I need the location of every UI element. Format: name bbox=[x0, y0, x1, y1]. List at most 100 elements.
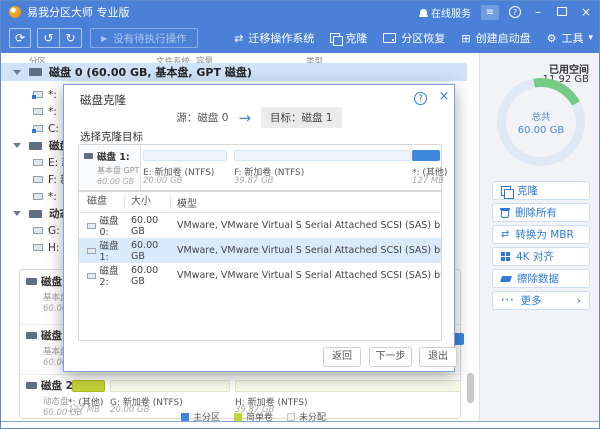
tree-row-label: *: bbox=[48, 106, 57, 118]
target-disk-size: 60.00 GB bbox=[84, 177, 140, 186]
cell-disk-model: VMware, VMware Virtual S Serial Attached… bbox=[171, 270, 441, 281]
vertical-scrollbar-thumb[interactable] bbox=[467, 373, 474, 403]
sidebar-clone-button[interactable]: 克隆 bbox=[492, 181, 590, 200]
eraser-icon bbox=[500, 276, 512, 282]
disk-icon bbox=[26, 278, 37, 285]
migrate-os-label: 迁移操作系统 bbox=[248, 30, 314, 46]
cell-disk-model: VMware, VMware Virtual S Serial Attached… bbox=[171, 245, 441, 256]
partition-icon bbox=[33, 244, 43, 251]
header-model: 模型 bbox=[171, 195, 441, 210]
refresh-icon: ⟳ bbox=[15, 31, 25, 45]
migrate-os-button[interactable]: ⇄ 迁移操作系统 bbox=[234, 30, 314, 46]
exit-button[interactable]: 退出 bbox=[419, 347, 457, 367]
source-disk-label: 源：磁盘 0 bbox=[176, 110, 228, 125]
online-service-button[interactable]: 在线服务 bbox=[420, 5, 471, 20]
sidebar-more-button[interactable]: ••• 更多 › bbox=[492, 291, 590, 310]
help-icon: ? bbox=[513, 8, 517, 17]
hamburger-icon: ≡ bbox=[486, 7, 494, 18]
dialog-close-button[interactable]: × bbox=[436, 89, 452, 105]
partition-bar[interactable] bbox=[235, 380, 461, 392]
maximize-button[interactable] bbox=[555, 1, 569, 23]
app-title: 易我分区大师 专业版 bbox=[27, 4, 130, 20]
clone-menu-button[interactable]: 克隆 bbox=[330, 30, 367, 46]
main-toolbar: ⟳ ↺ ↻ ▶ 没有待执行操作 ⇄ 迁移操作系统 克隆 分区恢复 ⊞ 创 bbox=[1, 23, 600, 53]
title-bar: 易我分区大师 专业版 在线服务 ≡ ? – × bbox=[1, 1, 600, 23]
minimize-button[interactable]: – bbox=[531, 1, 545, 23]
dialog-help-button[interactable]: ? bbox=[414, 92, 427, 105]
undo-icon: ↺ bbox=[43, 31, 53, 45]
table-row-disk0[interactable]: 磁盘 0: 60.00 GB VMware, VMware Virtual S … bbox=[79, 213, 441, 238]
refresh-button[interactable]: ⟳ bbox=[9, 28, 31, 48]
sidebar-4k-align-button[interactable]: 4K 对齐 bbox=[492, 247, 590, 266]
partition-bar[interactable] bbox=[72, 380, 105, 392]
disk-icon bbox=[29, 68, 42, 76]
more-dots-icon: ••• bbox=[501, 297, 515, 304]
partition-size: 39.87 GB bbox=[234, 176, 273, 186]
select-target-label: 选择克隆目标 bbox=[80, 129, 143, 144]
partition-bar[interactable] bbox=[412, 150, 440, 161]
tree-row-disk0-selected[interactable]: 磁盘 0 (60.00 GB, 基本盘, GPT 磁盘) bbox=[1, 63, 467, 81]
partition-icon bbox=[33, 193, 43, 200]
menu-button[interactable]: ≡ bbox=[481, 5, 499, 20]
legend-primary-swatch bbox=[181, 413, 189, 421]
trash-icon bbox=[501, 210, 509, 218]
clone-icon bbox=[330, 33, 340, 43]
legend-unallocated-swatch bbox=[287, 413, 295, 421]
disk-icon bbox=[26, 332, 37, 339]
bell-icon bbox=[420, 9, 427, 15]
grid-icon bbox=[501, 252, 510, 261]
cell-disk-name: 磁盘 2: bbox=[100, 263, 125, 288]
disk-usage-donut-chart: 总共 60.00 GB bbox=[497, 78, 585, 166]
total-value: 60.00 GB bbox=[518, 125, 564, 136]
target-disk-info: 磁盘 1: 基本盘 GPT 60.00 GB bbox=[79, 145, 141, 190]
partition-size: 127 MB bbox=[68, 405, 100, 415]
undo-button[interactable]: ↺ bbox=[38, 29, 59, 47]
redo-button[interactable]: ↻ bbox=[59, 29, 81, 47]
create-boot-disk-icon: ⊞ bbox=[461, 32, 470, 45]
target-disk-step: 目标：磁盘 1 bbox=[261, 107, 342, 128]
table-row-disk1-selected[interactable]: 磁盘 1: 60.00 GB VMware, VMware Virtual S … bbox=[79, 238, 441, 263]
online-service-label: 在线服务 bbox=[431, 5, 471, 20]
help-button[interactable]: ? bbox=[509, 6, 521, 18]
sidebar-button-label: 转换为 MBR bbox=[515, 227, 573, 242]
sidebar-wipe-data-button[interactable]: 擦除数据 bbox=[492, 269, 590, 288]
table-header: 磁盘 大小 模型 bbox=[79, 192, 441, 213]
partition-icon bbox=[33, 125, 43, 132]
convert-icon: ⇄ bbox=[501, 229, 509, 240]
chevron-down-icon: ▾ bbox=[588, 33, 593, 43]
partition-bar[interactable] bbox=[110, 380, 230, 392]
partition-icon bbox=[33, 108, 43, 115]
table-row-disk2[interactable]: 磁盘 2: 60.00 GB VMware, VMware Virtual S … bbox=[79, 263, 441, 288]
clone-icon bbox=[501, 186, 511, 196]
disk-selection-table: 磁盘 大小 模型 磁盘 0: 60.00 GB VMware, VMware V… bbox=[78, 191, 442, 341]
partition-bar[interactable] bbox=[143, 150, 227, 161]
app-window: 易我分区大师 专业版 在线服务 ≡ ? – × ⟳ ↺ ↻ ▶ 没有待执行操作 … bbox=[0, 0, 600, 429]
target-disk-preview: 磁盘 1: 基本盘 GPT 60.00 GB E: 新加卷 (NTFS) 20.… bbox=[78, 144, 442, 191]
create-boot-disk-button[interactable]: ⊞ 创建启动盘 bbox=[461, 30, 530, 46]
clone-steps: 源：磁盘 0 → 目标：磁盘 1 bbox=[64, 107, 454, 128]
partition-size: 20.00 GB bbox=[110, 405, 149, 415]
partition-recovery-button[interactable]: 分区恢复 bbox=[383, 30, 445, 46]
partition-size: 127 MB bbox=[412, 176, 444, 186]
disk-icon bbox=[87, 223, 96, 229]
pending-operations-button[interactable]: ▶ 没有待执行操作 bbox=[90, 28, 198, 48]
target-disk-name: 磁盘 1: bbox=[97, 149, 130, 163]
target-disk-bars: E: 新加卷 (NTFS) 20.00 GB F: 新加卷 (NTFS) 39.… bbox=[141, 145, 441, 190]
back-button[interactable]: 返回 bbox=[323, 347, 361, 367]
sidebar-button-label: 删除所有 bbox=[515, 205, 557, 220]
chevron-right-icon: › bbox=[577, 294, 581, 307]
next-button[interactable]: 下一步 bbox=[369, 347, 412, 367]
tools-label: 工具 bbox=[561, 30, 583, 46]
sidebar-delete-all-button[interactable]: 删除所有 bbox=[492, 203, 590, 222]
total-label: 总共 bbox=[531, 109, 550, 123]
close-button[interactable]: × bbox=[579, 1, 593, 23]
sidebar-button-label: 擦除数据 bbox=[517, 271, 559, 286]
sidebar-convert-mbr-button[interactable]: ⇄ 转换为 MBR bbox=[492, 225, 590, 244]
disk-info-sidebar: 已用空间 11.92 GB 总共 60.00 GB 克隆 删除所有 ⇄ 转换为 … bbox=[479, 53, 600, 421]
tools-button[interactable]: ⚙ 工具 ▾ bbox=[547, 30, 593, 46]
partition-recovery-label: 分区恢复 bbox=[401, 30, 445, 46]
cell-disk-size: 60.00 GB bbox=[125, 215, 171, 237]
migrate-os-icon: ⇄ bbox=[234, 32, 243, 45]
partition-bar[interactable] bbox=[234, 150, 411, 161]
partition-icon bbox=[33, 91, 43, 98]
